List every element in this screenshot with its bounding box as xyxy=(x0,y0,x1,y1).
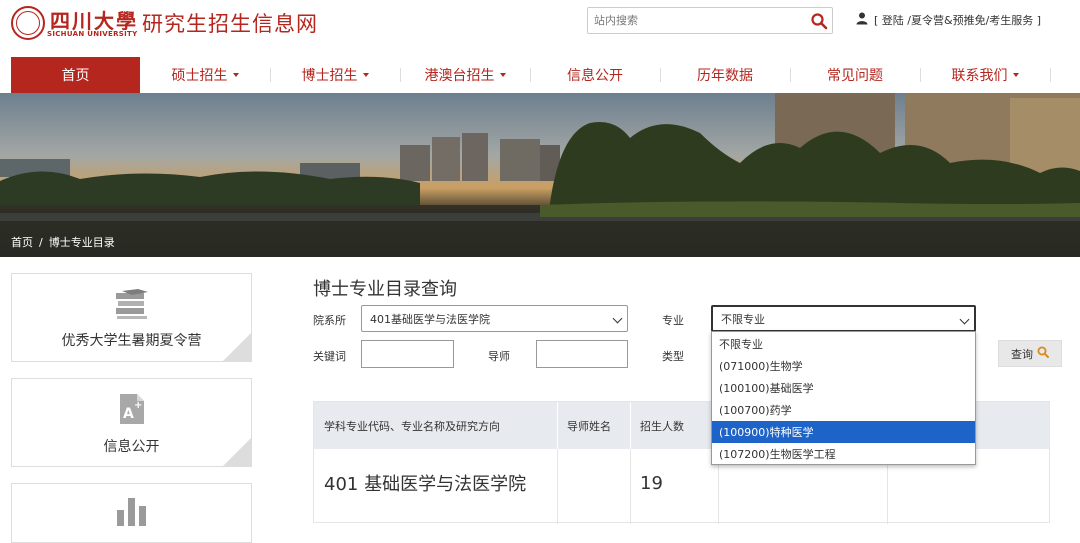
department-select[interactable]: 401基础医学与法医学院 xyxy=(361,305,628,332)
search-icon[interactable] xyxy=(810,12,828,30)
site-search xyxy=(587,7,833,34)
nav-divider xyxy=(1050,68,1051,82)
advisor-input[interactable] xyxy=(536,340,628,368)
sidebar-card-data[interactable] xyxy=(11,483,252,543)
table-divider xyxy=(630,402,631,449)
university-seal-icon[interactable] xyxy=(11,6,45,40)
nav-hk-macau-taiwan[interactable]: 港澳台招生 xyxy=(400,57,530,93)
dropdown-option[interactable]: (100700)药学 xyxy=(712,399,975,421)
table-cell-major: 401 基础医学与法医学院 xyxy=(324,474,527,495)
advisor-label: 导师 xyxy=(488,350,510,363)
major-select-value: 不限专业 xyxy=(721,312,765,326)
table-header-advisor: 导师姓名 xyxy=(557,402,630,449)
breadcrumb-separator: / xyxy=(39,236,43,249)
university-logo-english: SICHUAN UNIVERSITY xyxy=(47,30,138,38)
table-cell-advisor xyxy=(557,450,630,516)
sidebar-card-summer-camp-label: 优秀大学生暑期夏令营 xyxy=(61,333,202,349)
main-nav: 首页 硕士招生 博士招生 港澳台招生 信息公开 历年数据 常见问题 联系我们 xyxy=(11,57,1069,93)
caret-down-icon xyxy=(499,73,506,77)
user-links[interactable]: [ 登陆 /夏令营&预推免/考生服务 ] xyxy=(856,12,1041,28)
chevron-down-icon xyxy=(612,313,623,324)
caret-down-icon xyxy=(232,73,239,77)
nav-info-label: 信息公开 xyxy=(567,68,623,84)
bar-chart-icon xyxy=(115,496,149,530)
nav-contact-label: 联系我们 xyxy=(951,68,1008,84)
nav-home[interactable]: 首页 xyxy=(11,57,140,93)
table-header-major: 学科专业代码、专业名称及研究方向 xyxy=(314,402,557,449)
site-title[interactable]: 研究生招生信息网 xyxy=(142,8,318,38)
sidebar-card-info-disclosure[interactable]: A + 信息公开 xyxy=(11,378,252,467)
search-icon xyxy=(1037,346,1049,361)
major-label: 专业 xyxy=(662,314,684,327)
site-header: 四川大學 SICHUAN UNIVERSITY 研究生招生信息网 [ 登陆 /夏… xyxy=(0,0,1080,56)
search-input[interactable] xyxy=(588,8,798,33)
page-title: 博士专业目录查询 xyxy=(313,279,457,300)
nav-faq[interactable]: 常见问题 xyxy=(790,57,920,93)
dropdown-option[interactable]: (107200)生物医学工程 xyxy=(712,443,975,465)
table-cell-enrollment: 19 xyxy=(640,472,663,494)
table-header-enrollment: 招生人数 xyxy=(630,402,718,449)
nav-contact[interactable]: 联系我们 xyxy=(920,57,1050,93)
card-corner-decoration xyxy=(223,438,251,466)
campus-banner-image xyxy=(0,93,1080,257)
graduation-cap-icon xyxy=(114,289,150,325)
table-divider xyxy=(557,449,558,524)
query-button-label: 查询 xyxy=(1011,347,1033,361)
nav-faq-label: 常见问题 xyxy=(827,68,883,84)
breadcrumb-home[interactable]: 首页 xyxy=(11,236,33,249)
department-select-value: 401基础医学与法医学院 xyxy=(370,312,490,326)
keyword-label: 关键词 xyxy=(313,350,346,363)
nav-doctoral[interactable]: 博士招生 xyxy=(270,57,400,93)
nav-history-label: 历年数据 xyxy=(697,68,753,84)
query-button[interactable]: 查询 xyxy=(998,340,1062,367)
nav-masters[interactable]: 硕士招生 xyxy=(140,57,270,93)
department-label: 院系所 xyxy=(313,314,346,327)
breadcrumb-current: 博士专业目录 xyxy=(48,236,115,249)
breadcrumb: 首页 / 博士专业目录 xyxy=(11,234,121,250)
caret-down-icon xyxy=(1012,73,1019,77)
sidebar-card-summer-camp[interactable]: 优秀大学生暑期夏令营 xyxy=(11,273,252,362)
chevron-down-icon xyxy=(959,314,970,325)
major-dropdown-list: 不限专业 (071000)生物学 (100100)基础医学 (100700)药学… xyxy=(711,331,976,465)
caret-down-icon xyxy=(362,73,369,77)
dropdown-option-highlighted[interactable]: (100900)特种医学 xyxy=(712,421,975,443)
keyword-input[interactable] xyxy=(361,340,454,368)
nav-home-label: 首页 xyxy=(61,68,90,84)
type-label: 类型 xyxy=(662,350,684,363)
dropdown-option[interactable]: 不限专业 xyxy=(712,333,975,355)
dropdown-option[interactable]: (071000)生物学 xyxy=(712,355,975,377)
sidebar-card-info-label: 信息公开 xyxy=(103,439,160,455)
user-links-text[interactable]: [ 登陆 /夏令营&预推免/考生服务 ] xyxy=(874,12,1041,28)
nav-info-disclosure[interactable]: 信息公开 xyxy=(530,57,660,93)
user-icon xyxy=(856,12,868,28)
svg-text:A: A xyxy=(123,406,134,422)
nav-hmt-label: 港澳台招生 xyxy=(424,68,495,84)
dropdown-option[interactable]: (100100)基础医学 xyxy=(712,377,975,399)
nav-historical-data[interactable]: 历年数据 xyxy=(660,57,790,93)
nav-masters-label: 硕士招生 xyxy=(171,68,228,84)
card-corner-decoration xyxy=(223,333,251,361)
document-a-plus-icon: A + xyxy=(119,393,145,429)
table-divider xyxy=(630,449,631,524)
nav-doctoral-label: 博士招生 xyxy=(301,68,358,84)
major-select[interactable]: 不限专业 xyxy=(711,305,976,332)
svg-text:+: + xyxy=(134,400,142,411)
table-divider xyxy=(557,402,558,449)
